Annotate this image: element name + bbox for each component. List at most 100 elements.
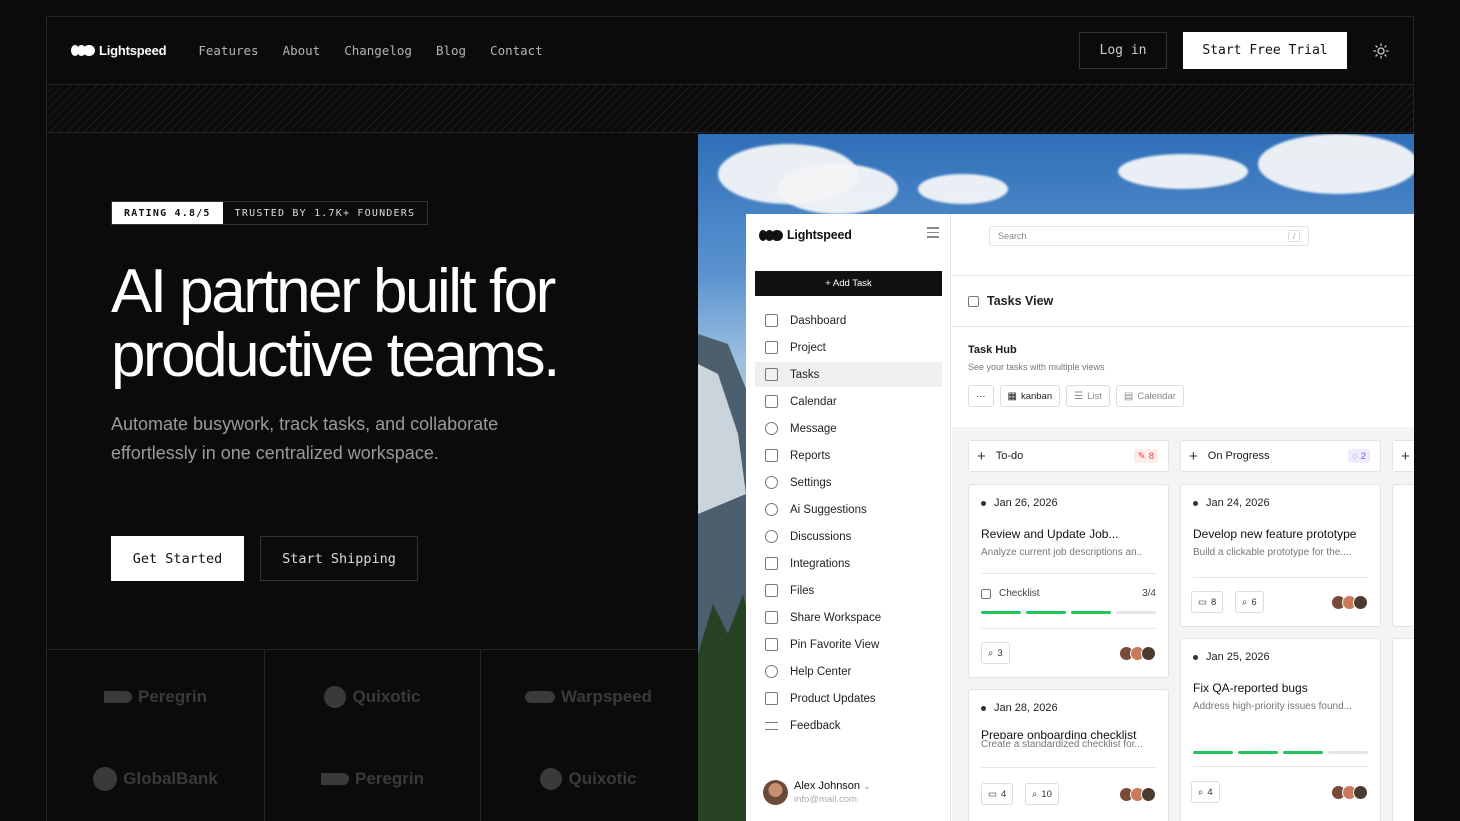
sidebar-item-tasks[interactable]: Tasks (755, 362, 942, 387)
sidebar-item-dashboard[interactable]: Dashboard (755, 308, 942, 333)
task-card[interactable]: Jan 26, 2026 Review and Update Job... An… (968, 484, 1169, 678)
ai-sparkle-icon (765, 503, 778, 516)
edit-icon: ✎ (1137, 450, 1146, 462)
attachments-pill[interactable]: ⌕ 3 (981, 642, 1010, 664)
kanban-board: + To-do ✎8 + On Progress ◌2 + Jan 26, (952, 427, 1414, 821)
logo-text: Peregrin (138, 687, 207, 706)
app-brand[interactable]: Lightspeed (759, 228, 852, 242)
card-date: Jan 28, 2026 (981, 702, 1058, 714)
task-card[interactable]: Jan 24, 2026 Develop new feature prototy… (1180, 484, 1381, 627)
nav-link-features[interactable]: Features (198, 43, 258, 58)
sidebar-item-label: Files (790, 584, 815, 597)
clipboard-icon (765, 341, 778, 354)
card-date: Jan 24, 2026 (1193, 497, 1270, 509)
more-options-button[interactable]: ··· (968, 385, 994, 407)
sidebar-item-ai-suggestions[interactable]: Ai Suggestions (755, 497, 942, 522)
sidebar-item-integrations[interactable]: Integrations (755, 551, 942, 576)
checkbox-icon (765, 368, 778, 381)
task-card[interactable]: Jan 28, 2026 Prepare onboarding checklis… (968, 689, 1169, 821)
tab-calendar[interactable]: ▤ Calendar (1115, 385, 1184, 407)
nav-actions: Log in Start Free Trial (1079, 32, 1389, 69)
card-date: Jan 25, 2026 (1193, 651, 1270, 663)
add-card-plus-icon[interactable]: + (1401, 448, 1410, 465)
add-task-button[interactable]: + Add Task (755, 271, 942, 296)
user-name: Alex Johnson ⌄ (794, 780, 871, 792)
nav-link-about[interactable]: About (283, 43, 321, 58)
sidebar-item-reports[interactable]: Reports (755, 443, 942, 468)
card-title: Fix QA-reported bugs (1193, 681, 1308, 695)
sidebar-item-label: Ai Suggestions (790, 503, 867, 516)
sidebar-item-message[interactable]: Message (755, 416, 942, 441)
sidebar-item-label: Integrations (790, 557, 851, 570)
tasks-view-label: Tasks View (987, 294, 1054, 308)
sidebar-item-feedback[interactable]: Feedback (755, 713, 942, 738)
headline-line-2: productive teams. (111, 321, 560, 390)
sidebar-item-label: Discussions (790, 530, 852, 543)
help-circle-icon (765, 665, 778, 678)
start-trial-button[interactable]: Start Free Trial (1183, 32, 1347, 69)
progress-count-badge: ◌ 2 (1348, 449, 1370, 463)
login-button[interactable]: Log in (1079, 32, 1167, 69)
card-checklist: Checklist (981, 588, 1040, 599)
search-input[interactable]: Search / (989, 226, 1309, 246)
task-card[interactable]: Jan 25, 2026 Fix QA-reported bugs Addres… (1180, 638, 1381, 821)
logo-quixotic-2: Quixotic (480, 738, 697, 820)
hamburger-menu-icon[interactable] (927, 227, 939, 241)
sidebar-item-help-center[interactable]: Help Center (755, 659, 942, 684)
sidebar-item-project[interactable]: Project (755, 335, 942, 360)
sidebar-item-discussions[interactable]: Discussions (755, 524, 942, 549)
checkbox-icon (981, 588, 991, 599)
logo-text: Quixotic (352, 687, 421, 706)
tab-list[interactable]: ☰ List (1066, 385, 1110, 407)
search-placeholder: Search (998, 231, 1027, 241)
task-card-partial[interactable] (1392, 484, 1414, 627)
monitor-icon (765, 692, 778, 705)
sidebar-item-product-updates[interactable]: Product Updates (755, 686, 942, 711)
sidebar-item-pin-favorite[interactable]: Pin Favorite View (755, 632, 942, 657)
column-title: To-do (995, 450, 1024, 462)
comments-pill[interactable]: ▭ 4 (981, 783, 1014, 805)
logo-text: GlobalBank (123, 769, 218, 788)
quixotic-logo-icon (540, 768, 563, 790)
attachments-pill[interactable]: ⌕ 6 (1235, 591, 1264, 613)
chevron-down-icon[interactable]: ⌄ (863, 781, 871, 791)
peregrin-logo-icon (321, 773, 349, 785)
sidebar-item-share-workspace[interactable]: Share Workspace (755, 605, 942, 630)
sidebar-item-files[interactable]: Files (755, 578, 942, 603)
comments-pill[interactable]: ▭ 8 (1191, 591, 1224, 613)
card-description: Build a clickable prototype for the.... (1193, 547, 1352, 558)
globalbank-logo-icon (93, 767, 118, 791)
start-shipping-button[interactable]: Start Shipping (260, 536, 418, 581)
sidebar-item-label: Dashboard (790, 314, 847, 327)
user-profile[interactable]: Alex Johnson ⌄ info@mail.com (763, 780, 871, 805)
checklist-progress-bar (981, 611, 1161, 614)
avatar (1141, 646, 1156, 661)
avatar (1141, 787, 1156, 802)
sidebar-item-settings[interactable]: Settings (755, 470, 942, 495)
app-preview-panel: Lightspeed + Add Task Dashboard Project … (698, 134, 1414, 821)
nav-link-changelog[interactable]: Changelog (344, 43, 412, 58)
task-card-partial[interactable] (1392, 638, 1414, 821)
avatar (1353, 785, 1368, 800)
logo-text: Warpspeed (560, 687, 652, 706)
app-main: Search / Tasks View Task Hub See your ta… (952, 214, 1414, 821)
logo-warpspeed: Warpspeed (480, 656, 697, 738)
add-card-plus-icon[interactable]: + (1189, 448, 1198, 465)
tab-kanban[interactable]: ▦ kanban (999, 385, 1061, 407)
brand-logo[interactable]: Lightspeed (71, 43, 167, 58)
logo-text: Quixotic (568, 769, 637, 788)
nav-link-blog[interactable]: Blog (436, 43, 466, 58)
sidebar-item-label: Tasks (790, 368, 820, 381)
get-started-button[interactable]: Get Started (111, 536, 244, 581)
paperclip-icon: ⌕ (988, 647, 994, 659)
lightspeed-logo-icon (759, 229, 783, 241)
nav-link-contact[interactable]: Contact (490, 43, 543, 58)
sidebar-item-calendar[interactable]: Calendar (755, 389, 942, 414)
add-card-plus-icon[interactable]: + (977, 448, 986, 465)
rating-label: RATING 4.8/5 (112, 202, 223, 224)
attachments-pill[interactable]: ⌕ 4 (1191, 781, 1220, 803)
logo-peregrin-2: Peregrin (264, 738, 481, 820)
theme-toggle-sun-icon[interactable] (1373, 42, 1389, 59)
attachments-pill[interactable]: ⌕ 10 (1025, 783, 1059, 805)
sidebar-item-label: Project (790, 341, 826, 354)
